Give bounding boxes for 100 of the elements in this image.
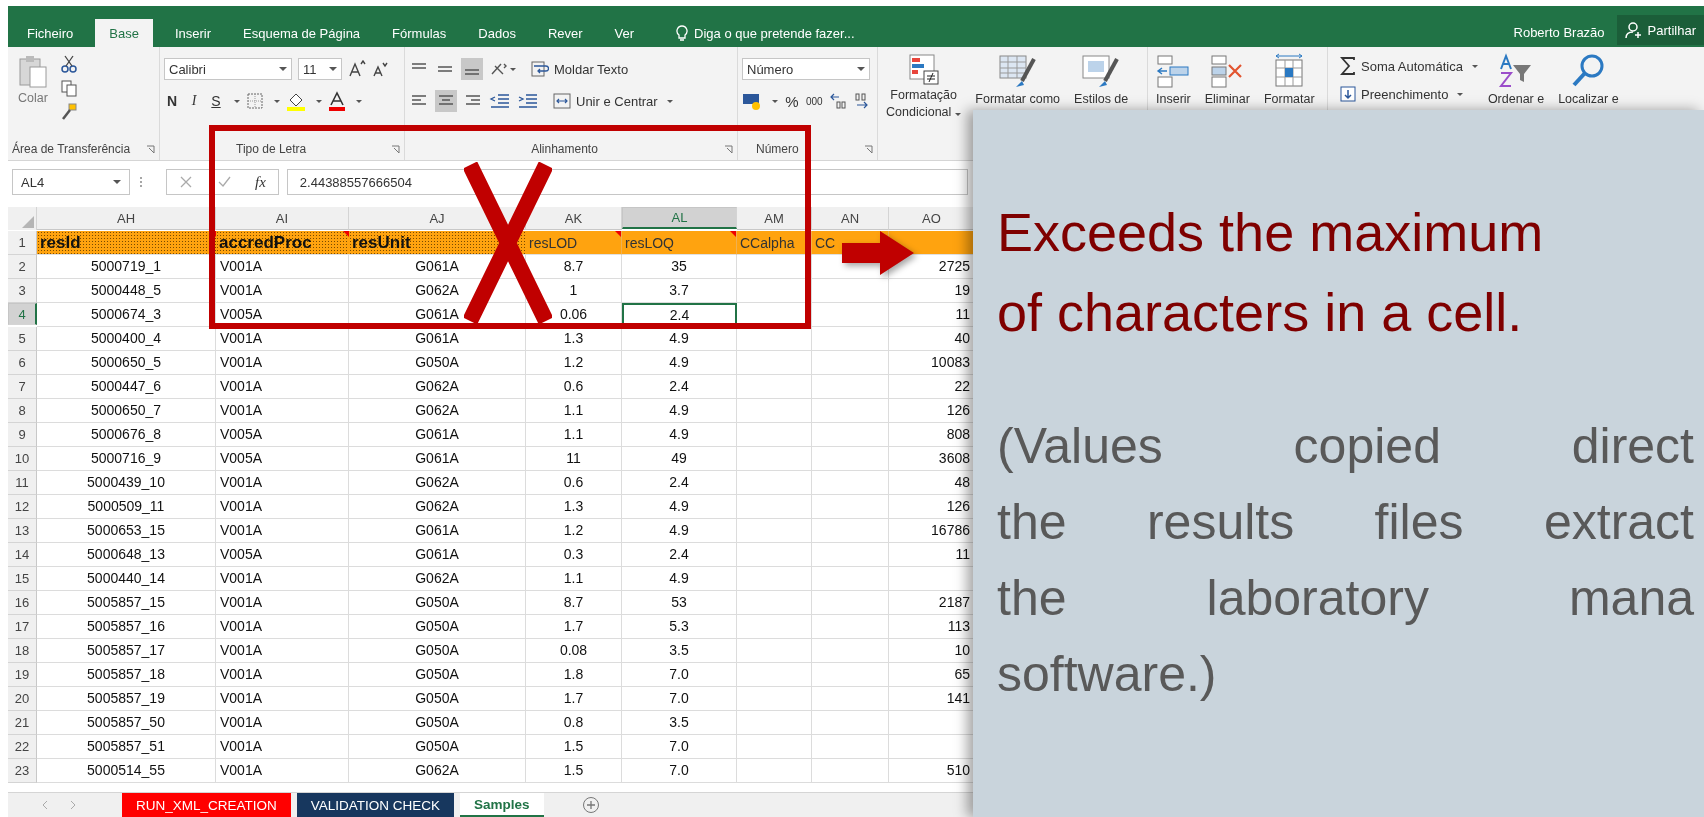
decrease-indent-icon[interactable] bbox=[489, 92, 511, 110]
delete-cells-button[interactable]: Eliminar bbox=[1200, 51, 1254, 108]
ribbon-tab[interactable]: Fórmulas bbox=[382, 19, 457, 47]
table-cell: 1 bbox=[526, 279, 622, 303]
triangle-icon bbox=[22, 216, 34, 228]
insert-cells-button[interactable]: Inserir bbox=[1152, 51, 1195, 108]
bold-button[interactable]: N bbox=[164, 90, 180, 112]
dialog-launcher-icon[interactable] bbox=[146, 144, 155, 154]
sheet-tab[interactable]: VALIDATION CHECK bbox=[296, 793, 455, 817]
row-header[interactable]: 4 bbox=[8, 303, 37, 325]
increase-font-icon[interactable] bbox=[348, 60, 366, 78]
find-select-button[interactable]: Localizar e bbox=[1554, 51, 1623, 108]
row-header[interactable]: 17 bbox=[8, 615, 37, 639]
row-header[interactable]: 20 bbox=[8, 687, 37, 711]
number-format-dropdown[interactable]: Número bbox=[742, 58, 870, 80]
scroll-right-icon[interactable] bbox=[68, 800, 78, 810]
column-header[interactable]: AN bbox=[812, 207, 889, 230]
row-header[interactable]: 6 bbox=[8, 351, 37, 375]
percent-button[interactable]: % bbox=[784, 90, 800, 112]
row-header[interactable]: 14 bbox=[8, 543, 37, 567]
dialog-launcher-icon[interactable] bbox=[864, 144, 873, 154]
ribbon-tab[interactable]: Ficheiro bbox=[17, 19, 84, 47]
formula-field[interactable]: 2.44388557666504 bbox=[286, 169, 968, 195]
column-header[interactable]: AL bbox=[622, 207, 737, 229]
borders-icon[interactable] bbox=[246, 92, 264, 110]
ribbon-tab[interactable]: Ver bbox=[604, 19, 645, 47]
sheet-tab[interactable]: Samples bbox=[460, 793, 544, 817]
sheet-tab[interactable]: RUN_XML_CREATION bbox=[122, 793, 291, 817]
format-painter-icon[interactable] bbox=[60, 103, 78, 121]
ribbon-tab[interactable]: Dados bbox=[468, 19, 526, 47]
row-header[interactable]: 13 bbox=[8, 519, 37, 543]
ribbon-tab[interactable]: Rever bbox=[537, 19, 593, 47]
column-header[interactable]: AI bbox=[216, 207, 349, 230]
row-header[interactable]: 15 bbox=[8, 567, 37, 591]
merge-center-button[interactable]: Unir e Centrar bbox=[553, 90, 673, 112]
autosum-button[interactable]: Soma Automática bbox=[1340, 55, 1478, 77]
ribbon-tab[interactable]: Esquema de Página bbox=[233, 19, 371, 47]
font-color-icon[interactable] bbox=[328, 91, 346, 111]
cancel-icon[interactable] bbox=[179, 175, 193, 189]
align-bottom-icon[interactable] bbox=[461, 58, 483, 80]
conditional-formatting-button[interactable]: Formatação Condicional bbox=[882, 51, 966, 121]
table-cell: G050A bbox=[349, 615, 526, 639]
row-header[interactable]: 11 bbox=[8, 471, 37, 495]
row-header[interactable]: 10 bbox=[8, 447, 37, 471]
row-header[interactable]: 19 bbox=[8, 663, 37, 687]
check-icon[interactable] bbox=[217, 175, 231, 189]
row-header[interactable]: 23 bbox=[8, 759, 37, 783]
row-header[interactable]: 12 bbox=[8, 495, 37, 519]
fill-button[interactable]: Preenchimento bbox=[1340, 83, 1478, 105]
align-center-icon[interactable] bbox=[435, 90, 457, 112]
table-cell: V001A bbox=[216, 399, 349, 423]
cell-styles-button[interactable]: Estilos de bbox=[1070, 51, 1133, 108]
scroll-left-icon[interactable] bbox=[40, 800, 50, 810]
paste-button[interactable]: Colar bbox=[12, 51, 54, 109]
scissors-icon[interactable] bbox=[60, 55, 78, 73]
format-as-table-button[interactable]: Formatar como bbox=[971, 51, 1065, 108]
table-cell: 1.7 bbox=[526, 687, 622, 711]
insert-function-button[interactable]: fx bbox=[255, 173, 266, 191]
table-cell: 5000676_8 bbox=[37, 423, 216, 447]
format-cells-button[interactable]: Formatar bbox=[1259, 51, 1319, 108]
wrap-text-button[interactable]: Moldar Texto bbox=[531, 58, 629, 80]
row-header[interactable]: 3 bbox=[8, 279, 37, 303]
name-box[interactable]: AL4 bbox=[12, 169, 130, 195]
table-cell: 5005857_19 bbox=[37, 687, 216, 711]
tell-me-search[interactable]: Diga o que pretende fazer... bbox=[676, 19, 855, 47]
row-header[interactable]: 8 bbox=[8, 399, 37, 423]
ribbon-tab[interactable]: Inserir bbox=[164, 19, 221, 47]
decrease-font-icon[interactable] bbox=[372, 60, 388, 78]
table-cell: 1.1 bbox=[526, 399, 622, 423]
row-header[interactable]: 5 bbox=[8, 327, 37, 351]
underline-button[interactable]: S bbox=[208, 90, 224, 112]
ribbon-tab[interactable]: Base bbox=[95, 19, 153, 47]
copy-icon[interactable] bbox=[60, 79, 78, 97]
share-button[interactable]: Partilhar bbox=[1616, 15, 1704, 45]
fill-color-icon[interactable] bbox=[286, 91, 306, 111]
column-header[interactable]: AK bbox=[526, 207, 622, 230]
row-header[interactable]: 16 bbox=[8, 591, 37, 615]
row-header[interactable]: 9 bbox=[8, 423, 37, 447]
row-header[interactable]: 2 bbox=[8, 255, 37, 279]
column-header[interactable]: AH bbox=[37, 207, 216, 230]
italic-button[interactable]: I bbox=[186, 90, 202, 112]
thousands-button[interactable]: 000 bbox=[806, 90, 823, 112]
increase-decimal-icon[interactable] bbox=[828, 92, 847, 110]
row-header[interactable]: 1 bbox=[8, 231, 37, 255]
dialog-launcher-icon[interactable] bbox=[724, 144, 733, 154]
row-header[interactable]: 7 bbox=[8, 375, 37, 399]
add-sheet-icon[interactable] bbox=[581, 796, 600, 814]
column-header[interactable]: AM bbox=[737, 207, 812, 230]
increase-indent-icon[interactable] bbox=[517, 92, 539, 110]
table-cell: V001A bbox=[216, 495, 349, 519]
row-header[interactable]: 22 bbox=[8, 735, 37, 759]
dialog-launcher-icon[interactable] bbox=[391, 144, 400, 154]
table-cell: 8.7 bbox=[526, 591, 622, 615]
sort-filter-button[interactable]: Ordenar e bbox=[1483, 51, 1549, 108]
font-family-dropdown[interactable]: Calibri bbox=[164, 58, 292, 80]
font-size-dropdown[interactable]: 11 bbox=[298, 58, 342, 80]
row-header[interactable]: 18 bbox=[8, 639, 37, 663]
row-header[interactable]: 21 bbox=[8, 711, 37, 735]
column-header[interactable]: AO bbox=[889, 207, 975, 230]
currency-icon[interactable] bbox=[742, 92, 762, 110]
